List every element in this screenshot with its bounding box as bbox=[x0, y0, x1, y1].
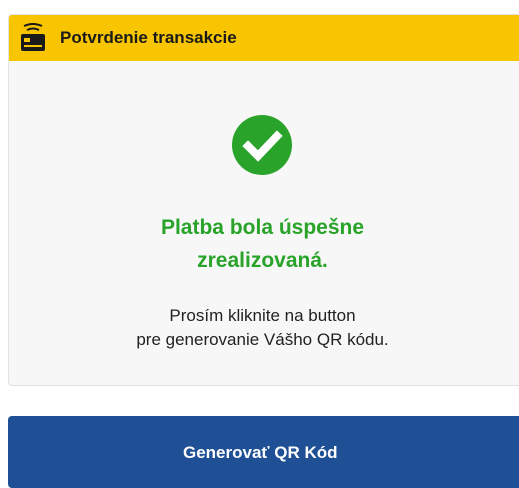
transaction-confirmation-card: Potvrdenie transakcie Platba bola úspešn… bbox=[8, 14, 519, 386]
success-line-1: Platba bola úspešne bbox=[160, 216, 365, 239]
card-body: Platba bola úspešne zrealizovaná. Prosím… bbox=[9, 61, 519, 385]
card-terminal-icon bbox=[20, 23, 46, 53]
success-message: Platba bola úspešne zrealizovaná. bbox=[9, 211, 516, 277]
card-header: Potvrdenie transakcie bbox=[9, 15, 519, 61]
instruction-text: Prosím kliknite na button pre generovani… bbox=[9, 304, 516, 352]
generate-qr-button[interactable]: Generovať QR Kód bbox=[8, 416, 519, 488]
instruction-line-2: pre generovanie Vášho QR kódu. bbox=[136, 330, 389, 349]
instruction-line-1: Prosím kliknite na button bbox=[169, 306, 356, 325]
success-line-2: zrealizovaná. bbox=[197, 249, 328, 272]
check-circle-icon bbox=[232, 115, 292, 175]
card-title: Potvrdenie transakcie bbox=[60, 28, 237, 47]
